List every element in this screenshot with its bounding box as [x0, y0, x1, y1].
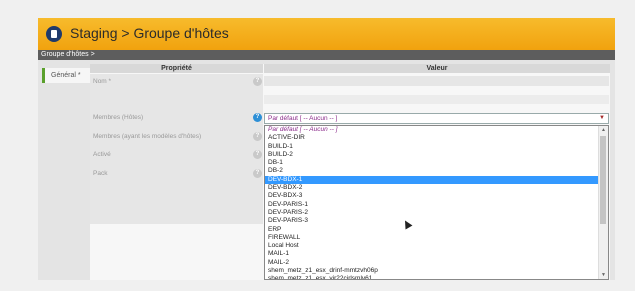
app-window: Staging > Groupe d'hôtes Groupe d'hôtes … — [38, 18, 615, 280]
dropdown-option[interactable]: shem_metz_z1_esx_vir22cirlsmlv61 — [265, 275, 598, 279]
dropdown-option[interactable]: Local Host — [265, 242, 598, 250]
dropdown-option[interactable]: DB-2 — [265, 167, 598, 175]
help-icon[interactable]: ? — [253, 113, 262, 122]
dropdown-option[interactable]: DEV-BDX-1 — [265, 175, 598, 185]
dropdown-option[interactable]: ACTIVE-DIR — [265, 134, 598, 142]
dropdown-option[interactable]: Par défaut [ -- Aucun -- ] — [265, 126, 598, 134]
select-value: Par défaut [ -- Aucun -- ] — [268, 115, 338, 122]
database-icon — [46, 26, 62, 42]
dropdown-option[interactable]: DB-1 — [265, 159, 598, 167]
scrollbar[interactable]: ▲ ▼ — [598, 126, 608, 279]
dropdown-option[interactable]: BUILD-2 — [265, 151, 598, 159]
dropdown-option[interactable]: FIREWALL — [265, 234, 598, 242]
name-input[interactable] — [264, 76, 609, 86]
dropdown-option[interactable]: MAIL-1 — [265, 250, 598, 258]
dropdown-option[interactable]: DEV-PARIS-1 — [265, 201, 598, 209]
tab-list: Général * — [38, 60, 90, 280]
value-row-spacer — [264, 95, 609, 104]
help-icon[interactable]: ? — [253, 150, 262, 159]
prop-label-pack: Pack — [93, 170, 108, 177]
scrollbar-thumb[interactable] — [600, 136, 606, 224]
page-title: Staging > Groupe d'hôtes — [70, 25, 229, 41]
help-icon[interactable]: ? — [253, 169, 262, 178]
prop-label-members-templates: Membres (ayant les modèles d'hôtes) — [93, 133, 202, 140]
property-column: Nom * ? Membres (Hôtes) ? Membres (ayant… — [90, 74, 263, 224]
prop-label-name: Nom * — [93, 78, 112, 85]
scroll-up-icon[interactable]: ▲ — [601, 127, 606, 133]
members-hosts-dropdown[interactable]: Par défaut [ -- Aucun -- ] ACTIVE-DIR BUIL… — [264, 125, 609, 280]
dropdown-option[interactable]: ERP — [265, 226, 598, 234]
help-icon[interactable]: ? — [253, 77, 262, 86]
dropdown-option[interactable]: DEV-BDX-3 — [265, 192, 598, 200]
dropdown-option[interactable]: DEV-BDX-2 — [265, 184, 598, 192]
dropdown-option[interactable]: BUILD-1 — [265, 143, 598, 151]
dropdown-option[interactable]: MAIL-2 — [265, 259, 598, 267]
prop-label-enabled: Activé — [93, 151, 111, 158]
properties-table: Propriété Valeur Nom * ? Membres (Hôtes)… — [90, 64, 610, 280]
prop-label-members-hosts: Membres (Hôtes) — [93, 114, 144, 121]
value-column-header: Valeur — [264, 64, 610, 73]
tab-general[interactable]: Général * — [42, 68, 90, 83]
breadcrumb[interactable]: Groupe d'hôtes > — [38, 50, 615, 60]
dropdown-option[interactable]: shem_metz_z1_esx_drinf-mmtzvh06p — [265, 267, 598, 275]
help-icon[interactable]: ? — [253, 132, 262, 141]
dropdown-option[interactable]: DEV-PARIS-2 — [265, 209, 598, 217]
scroll-down-icon[interactable]: ▼ — [601, 272, 606, 278]
option-list: Par défaut [ -- Aucun -- ] ACTIVE-DIR BUIL… — [265, 126, 608, 279]
property-column-header: Propriété — [90, 64, 263, 73]
chevron-down-icon[interactable]: ▼ — [599, 114, 605, 123]
dropdown-option[interactable]: DEV-PARIS-3 — [265, 217, 598, 225]
title-bar: Staging > Groupe d'hôtes — [38, 18, 615, 50]
members-hosts-select[interactable]: Par défaut [ -- Aucun -- ] ▼ — [264, 113, 609, 124]
